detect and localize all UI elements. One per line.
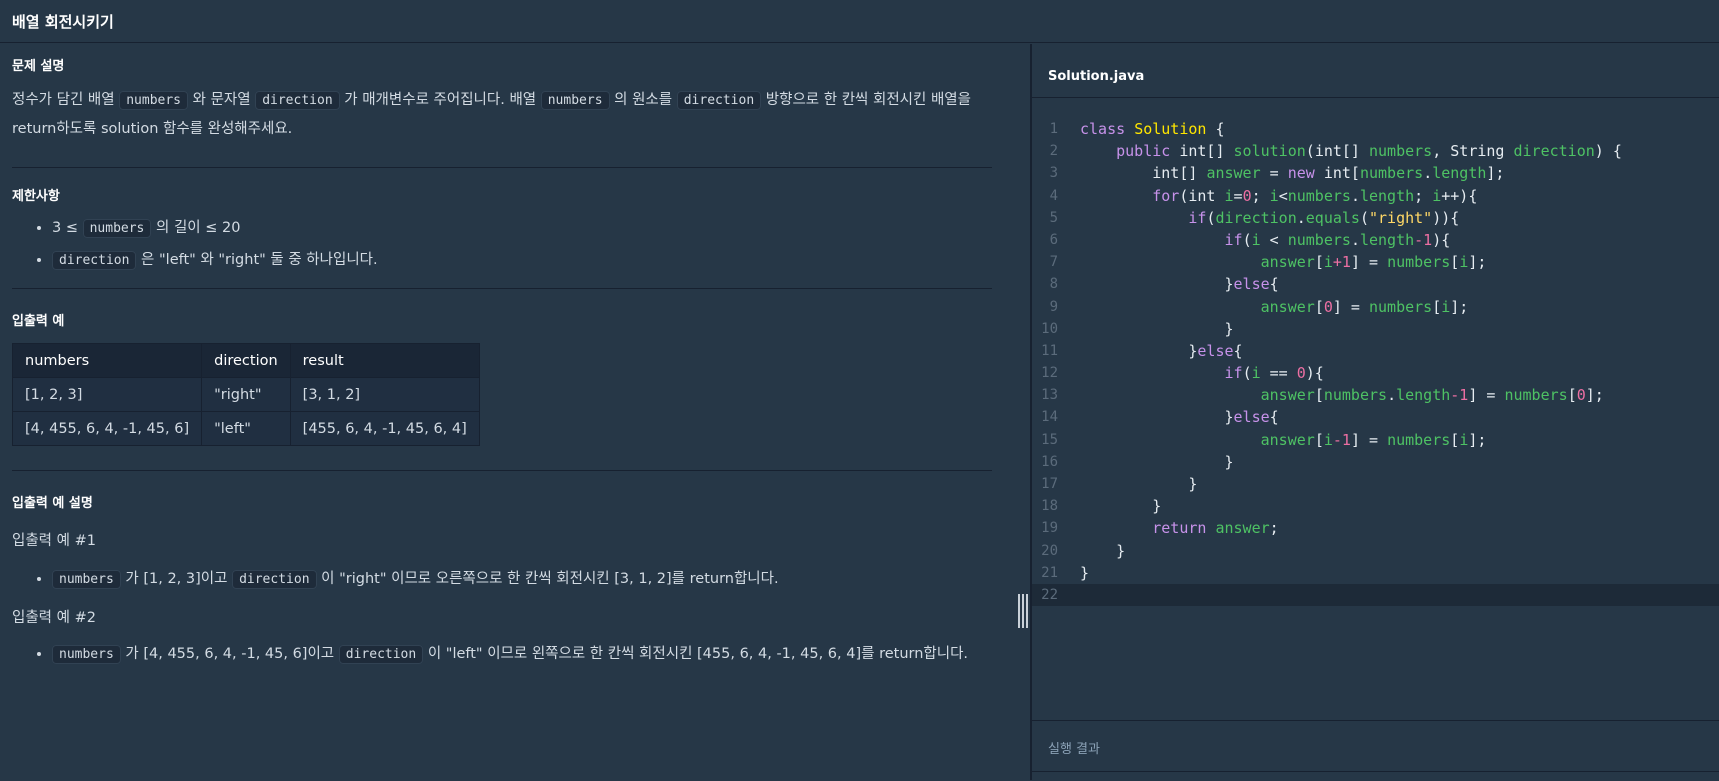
code-line: 14 }else{ bbox=[1041, 408, 1279, 427]
code-line: 4 for(int i=0; i<numbers.length; i++){ bbox=[1049, 186, 1478, 205]
example-2-title: 입출력 예 #2 bbox=[12, 610, 96, 626]
table-row: [4, 455, 6, 4, -1, 45, 6] "left" [455, 6… bbox=[11, 411, 480, 446]
code-line: 12 if(i == 0){ bbox=[1041, 364, 1324, 383]
code-line: 1 class Solution { bbox=[1049, 120, 1225, 138]
list-item: numbers 가 [4, 455, 6, 4, -1, 45, 6]이고 di… bbox=[52, 642, 992, 667]
code-line: 6 if(i < numbers.length-1){ bbox=[1049, 230, 1451, 249]
code-line: 16 } bbox=[1041, 452, 1234, 471]
table-cell: [3, 1, 2] bbox=[289, 377, 480, 412]
main-area: 문제 설명 정수가 담긴 배열 numbers 와 문자열 direction … bbox=[0, 44, 1719, 780]
file-name: Solution.java bbox=[1048, 69, 1145, 84]
table-cell: [4, 455, 6, 4, -1, 45, 6] bbox=[11, 411, 203, 446]
problem-panel: 문제 설명 정수가 담긴 배열 numbers 와 문자열 direction … bbox=[0, 44, 1030, 780]
code-line: 15 answer[i-1] = numbers[i]; bbox=[1041, 430, 1487, 449]
code-line: 8 }else{ bbox=[1049, 275, 1279, 294]
table-cell: [1, 2, 3] bbox=[11, 377, 203, 412]
list-item: 3 ≤ numbers 의 길이 ≤ 20 bbox=[52, 214, 992, 243]
problem-description: 정수가 담긴 배열 numbers 와 문자열 direction 가 매개변수… bbox=[12, 91, 971, 137]
example-1-list: numbers 가 [1, 2, 3]이고 direction 이 "right… bbox=[12, 565, 992, 594]
code-line: 2 public int[] solution(int[] numbers, S… bbox=[1049, 142, 1622, 161]
code-line: 11 }else{ bbox=[1041, 341, 1243, 360]
table-row: [1, 2, 3] "right" [3, 1, 2] bbox=[11, 377, 480, 412]
description-heading: 문제 설명 bbox=[12, 59, 65, 74]
table-cell: "left" bbox=[201, 411, 291, 446]
code-numbers: numbers bbox=[119, 91, 189, 110]
code-line: 18 } bbox=[1041, 497, 1162, 516]
list-item: direction 은 "left" 와 "right" 둘 중 하나입니다. bbox=[52, 246, 992, 275]
code-line: 13 answer[numbers.length-1] = numbers[0]… bbox=[1041, 386, 1604, 405]
result-panel: 실행 결과 bbox=[1032, 720, 1719, 781]
code-line: 3 int[] answer = new int[numbers.length]… bbox=[1049, 164, 1505, 183]
code-line: 5 if(direction.equals("right")){ bbox=[1049, 208, 1460, 227]
table-header: direction bbox=[201, 343, 291, 378]
table-header: result bbox=[289, 343, 480, 378]
table-header: numbers bbox=[11, 343, 203, 378]
editor-panel: Solution.java 1 class Solution { 2 public… bbox=[1032, 44, 1719, 780]
table-cell: "right" bbox=[201, 377, 291, 412]
code-numbers: numbers bbox=[540, 91, 610, 110]
code-direction: direction bbox=[676, 91, 762, 110]
io-table: numbers direction result [1, 2, 3] "righ… bbox=[11, 343, 480, 446]
code-direction: direction bbox=[255, 91, 340, 110]
code-line: 10 } bbox=[1041, 319, 1234, 338]
result-label: 실행 결과 bbox=[1048, 742, 1100, 757]
page-title: 배열 회전시키기 bbox=[12, 12, 114, 31]
code-line: 9 answer[0] = numbers[i]; bbox=[1049, 297, 1469, 316]
io-heading: 입출력 예 bbox=[12, 314, 65, 329]
table-cell: [455, 6, 4, -1, 45, 6, 4] bbox=[289, 411, 480, 446]
code-line: 21} bbox=[1041, 563, 1090, 582]
constraints-heading: 제한사항 bbox=[12, 189, 60, 204]
top-bar: 배열 회전시키기 bbox=[0, 0, 1719, 43]
list-item: numbers 가 [1, 2, 3]이고 direction 이 "right… bbox=[52, 565, 992, 594]
explain-heading: 입출력 예 설명 bbox=[12, 496, 93, 511]
resize-handle[interactable] bbox=[1018, 594, 1028, 628]
example-2-list: numbers 가 [4, 455, 6, 4, -1, 45, 6]이고 di… bbox=[12, 642, 992, 667]
code-line: 7 answer[i+1] = numbers[i]; bbox=[1049, 253, 1487, 272]
code-editor[interactable]: 1 class Solution { 2 public int[] solutio… bbox=[1032, 118, 1719, 718]
code-line: 19 return answer; bbox=[1041, 519, 1279, 538]
file-tab[interactable]: Solution.java bbox=[1032, 44, 1719, 98]
code-line: 17 } bbox=[1041, 475, 1198, 493]
constraints-list: 3 ≤ numbers 의 길이 ≤ 20 direction 은 "left"… bbox=[12, 214, 992, 275]
code-line-active[interactable]: 22 bbox=[1032, 583, 1719, 607]
code-line: 20 } bbox=[1041, 541, 1126, 560]
example-1-title: 입출력 예 #1 bbox=[12, 533, 96, 549]
table-header-row: numbers direction result bbox=[11, 343, 480, 378]
